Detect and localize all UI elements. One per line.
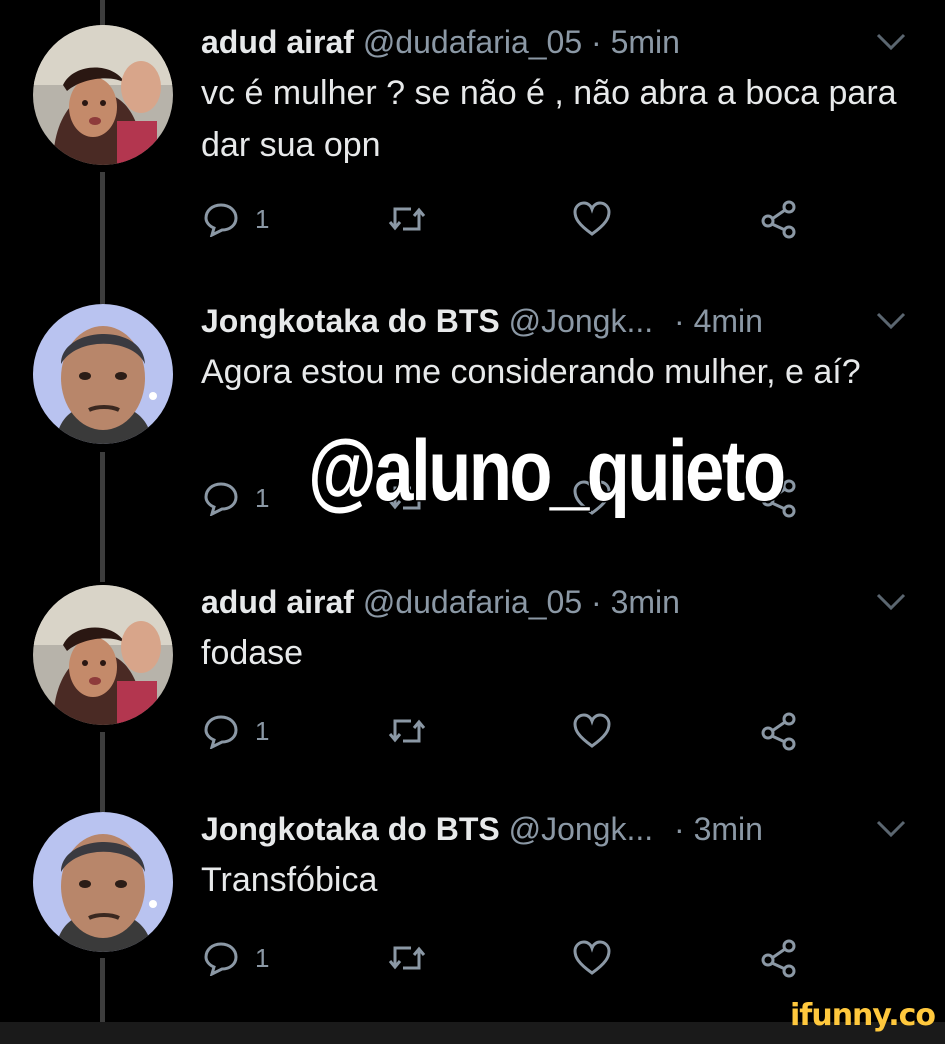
separator-dot: · xyxy=(591,584,602,620)
watermark-text: @aluno_quieto xyxy=(307,422,787,521)
chevron-down-icon[interactable] xyxy=(874,818,908,840)
tweet-header: Jongkotaka do BTS @Jongk... · 4min xyxy=(201,296,763,346)
username[interactable]: @Jongk... xyxy=(509,811,654,847)
tweet-text: Transfóbica xyxy=(201,861,378,899)
username[interactable]: @Jongk... xyxy=(509,303,654,339)
share-icon xyxy=(761,939,796,978)
reply-button[interactable]: 1 xyxy=(203,709,269,753)
reply-count: 1 xyxy=(255,482,270,513)
reply-count: 1 xyxy=(255,203,270,234)
retweet-icon xyxy=(388,207,426,231)
reply-button[interactable]: 1 xyxy=(203,936,269,980)
share-button[interactable] xyxy=(759,197,799,241)
reply-button[interactable]: 1 xyxy=(203,197,269,241)
timestamp[interactable]: 4min xyxy=(694,303,763,339)
separator-dot: · xyxy=(591,24,602,60)
like-button[interactable] xyxy=(573,197,611,241)
tweet-actions: 1 xyxy=(201,197,821,241)
username[interactable]: @dudafaria_05 xyxy=(363,584,582,620)
reply-icon xyxy=(204,482,238,516)
reply-count: 1 xyxy=(255,715,270,746)
reply-icon xyxy=(204,203,238,237)
tweet-actions: 1 xyxy=(201,709,821,753)
timestamp[interactable]: 3min xyxy=(694,811,763,847)
reply-count: 1 xyxy=(255,942,270,973)
chevron-down-icon[interactable] xyxy=(874,31,908,53)
heart-icon xyxy=(573,713,611,748)
reply-icon xyxy=(204,715,238,749)
separator-dot: · xyxy=(674,303,685,339)
reply-icon xyxy=(204,942,238,976)
display-name[interactable]: Jongkotaka do BTS xyxy=(201,303,500,339)
display-name[interactable]: adud airaf xyxy=(201,584,354,620)
brand-logo: ifunny.co xyxy=(790,998,936,1033)
reply-button[interactable]: 1 xyxy=(203,476,269,520)
timestamp[interactable]: 5min xyxy=(611,24,680,60)
share-button[interactable] xyxy=(759,936,799,980)
heart-icon xyxy=(573,201,611,236)
separator-dot: · xyxy=(674,811,685,847)
display-name[interactable]: Jongkotaka do BTS xyxy=(201,811,500,847)
retweet-button[interactable] xyxy=(387,197,427,241)
tweet[interactable]: adud airaf @dudafaria_05 · 5min vc é mul… xyxy=(0,17,945,245)
retweet-icon xyxy=(388,946,426,970)
retweet-button[interactable] xyxy=(387,936,427,980)
chevron-down-icon[interactable] xyxy=(874,310,908,332)
avatar[interactable] xyxy=(33,585,173,725)
tweet-header: adud airaf @dudafaria_05 · 3min xyxy=(201,577,680,627)
retweet-button[interactable] xyxy=(387,709,427,753)
chevron-down-icon[interactable] xyxy=(874,591,908,613)
avatar[interactable] xyxy=(33,25,173,165)
avatar[interactable] xyxy=(33,304,173,444)
like-button[interactable] xyxy=(573,709,611,753)
tweet-text: fodase xyxy=(201,634,304,672)
tweet-text: vc é mulher ? se não é , não abra a boca… xyxy=(201,74,897,164)
tweet-header: adud airaf @dudafaria_05 · 5min xyxy=(201,17,680,67)
username[interactable]: @dudafaria_05 xyxy=(363,24,582,60)
retweet-icon xyxy=(388,719,426,743)
tweet-text: Agora estou me considerando mulher, e aí… xyxy=(201,353,861,391)
display-name[interactable]: adud airaf xyxy=(201,24,354,60)
share-icon xyxy=(761,200,796,239)
tweet-header: Jongkotaka do BTS @Jongk... · 3min xyxy=(201,804,763,854)
heart-icon xyxy=(573,940,611,975)
avatar[interactable] xyxy=(33,812,173,952)
tweet-actions: 1 xyxy=(201,936,821,980)
like-button[interactable] xyxy=(573,936,611,980)
share-icon xyxy=(761,712,796,751)
tweet[interactable]: adud airaf @dudafaria_05 · 3min fodase 1 xyxy=(0,577,945,805)
share-button[interactable] xyxy=(759,709,799,753)
timestamp[interactable]: 3min xyxy=(611,584,680,620)
